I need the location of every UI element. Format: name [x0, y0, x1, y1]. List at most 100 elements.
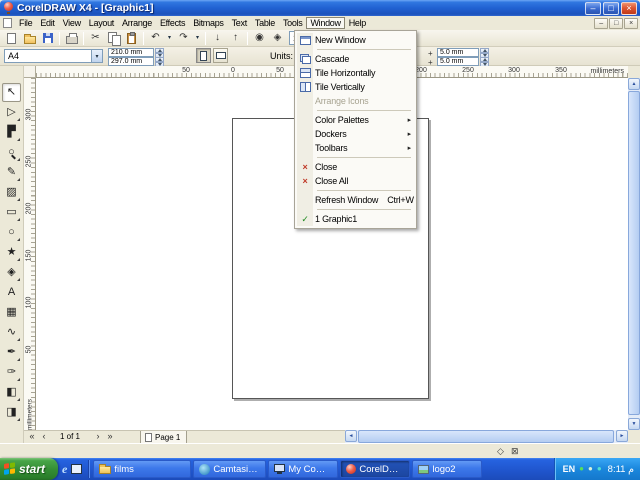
table-tool[interactable]: ▦: [2, 303, 21, 322]
ellipse-tool[interactable]: ○: [2, 223, 21, 242]
smart-fill-tool[interactable]: ▨: [2, 183, 21, 202]
scroll-right-button[interactable]: ►: [616, 430, 628, 442]
menu-item-cascade[interactable]: Cascade: [297, 52, 414, 66]
task-logo2[interactable]: logo2: [412, 460, 483, 478]
zoom-tool[interactable]: ○: [2, 143, 21, 162]
polygon-tool[interactable]: ★: [2, 243, 21, 262]
redo-button[interactable]: ↷: [175, 31, 192, 46]
crop-tool[interactable]: ▛: [2, 123, 21, 142]
menu-item-tile-vertically[interactable]: Tile Vertically: [297, 80, 414, 94]
vertical-scrollbar[interactable]: ▲ ▼: [628, 78, 640, 430]
interactive-blend-tool[interactable]: ∿: [2, 323, 21, 342]
horizontal-scrollbar[interactable]: ◄ ►: [345, 430, 628, 443]
menu-text[interactable]: Text: [228, 17, 251, 29]
interactive-fill-tool[interactable]: ◨: [2, 403, 21, 422]
last-page-button[interactable]: »: [104, 431, 116, 443]
redo-dropdown-button[interactable]: ▾: [193, 31, 202, 46]
scroll-down-button[interactable]: ▼: [628, 418, 640, 430]
menu-item-close-all[interactable]: × Close All: [297, 174, 414, 188]
mdi-restore-button[interactable]: □: [609, 17, 623, 29]
menu-table[interactable]: Table: [251, 17, 279, 29]
combo-arrow-button[interactable]: ▾: [91, 50, 102, 62]
text-tool[interactable]: A: [2, 283, 21, 302]
save-button[interactable]: [39, 31, 56, 46]
menu-bitmaps[interactable]: Bitmaps: [189, 17, 227, 29]
close-button[interactable]: ×: [621, 1, 637, 15]
menu-file[interactable]: File: [15, 17, 36, 29]
print-button[interactable]: [63, 31, 80, 46]
menu-item-new-window[interactable]: New Window: [297, 33, 414, 47]
duplicate-distance-field[interactable]: 5.0 mm: [437, 57, 479, 66]
menu-effects[interactable]: Effects: [156, 17, 189, 29]
internet-explorer-icon[interactable]: e: [62, 463, 67, 475]
menu-item-refresh-window[interactable]: Refresh Window Ctrl+W: [297, 193, 414, 207]
fill-status-icon[interactable]: ◇: [497, 447, 504, 456]
application-launcher-button[interactable]: ◈: [269, 31, 286, 46]
cut-button[interactable]: ✂: [87, 31, 104, 46]
undo-button[interactable]: ↶: [147, 31, 164, 46]
mdi-close-button[interactable]: ×: [624, 17, 638, 29]
menu-view[interactable]: View: [59, 17, 85, 29]
menu-tools[interactable]: Tools: [279, 17, 307, 29]
tray-icon[interactable]: ●: [579, 465, 584, 473]
mdi-minimize-button[interactable]: –: [594, 17, 608, 29]
previous-page-button[interactable]: ‹: [38, 431, 50, 443]
menu-item-tile-horizontally[interactable]: Tile Horizontally: [297, 66, 414, 80]
menu-window[interactable]: Window: [306, 17, 345, 29]
paper-width-field[interactable]: 210.0 mm: [108, 48, 154, 57]
paper-type-combobox[interactable]: A4 ▾: [4, 49, 103, 63]
menu-edit[interactable]: Edit: [36, 17, 58, 29]
new-document-button[interactable]: [3, 31, 20, 46]
pick-tool[interactable]: ↖: [2, 83, 21, 102]
menu-item-1-graphic1[interactable]: ✓ 1 Graphic1: [297, 212, 414, 226]
scroll-left-button[interactable]: ◄: [345, 430, 357, 442]
maximize-button[interactable]: □: [603, 1, 619, 15]
first-page-button[interactable]: «: [26, 431, 38, 443]
freehand-tool[interactable]: ✎: [2, 163, 21, 182]
paper-type-value: A4: [8, 51, 20, 61]
welcome-screen-button[interactable]: ◉: [251, 31, 268, 46]
chevron-down-icon: ▾: [167, 35, 171, 41]
start-button[interactable]: start: [0, 458, 58, 480]
clock[interactable]: 8:11 م: [608, 464, 634, 475]
landscape-button[interactable]: [213, 48, 228, 63]
open-button[interactable]: [21, 31, 38, 46]
tray-icon[interactable]: ●: [597, 465, 602, 473]
ruler-units-label: millimeters: [25, 394, 35, 435]
menu-item-color-palettes[interactable]: Color Palettes ▸: [297, 113, 414, 127]
task-films[interactable]: films: [93, 460, 192, 478]
minimize-button[interactable]: –: [585, 1, 601, 15]
show-desktop-icon[interactable]: [71, 464, 83, 474]
export-button[interactable]: ↑: [227, 31, 244, 46]
outline-status-icon[interactable]: ⊠: [511, 447, 519, 456]
import-button[interactable]: ↓: [209, 31, 226, 46]
undo-dropdown-button[interactable]: ▾: [165, 31, 174, 46]
basic-shapes-tool[interactable]: ◈: [2, 263, 21, 282]
ruler-origin-button[interactable]: [24, 66, 36, 78]
language-indicator[interactable]: EN: [563, 464, 576, 474]
eyedropper-tool[interactable]: ✒: [2, 343, 21, 362]
menu-arrange[interactable]: Arrange: [118, 17, 156, 29]
nudge-offset-field[interactable]: 5.0 mm: [437, 48, 479, 57]
task-my-computer[interactable]: My Computer: [268, 460, 339, 478]
copy-button[interactable]: [105, 31, 122, 46]
task-coreldraw[interactable]: CorelDRAW ...: [340, 460, 411, 478]
menu-layout[interactable]: Layout: [85, 17, 118, 29]
shape-tool[interactable]: ▷: [2, 103, 21, 122]
menu-item-dockers[interactable]: Dockers ▸: [297, 127, 414, 141]
rectangle-tool[interactable]: ▭: [2, 203, 21, 222]
task-camtasia[interactable]: Camtasia St...: [193, 460, 267, 478]
menu-item-close[interactable]: × Close: [297, 160, 414, 174]
scroll-up-button[interactable]: ▲: [628, 78, 640, 90]
menu-help[interactable]: Help: [345, 17, 370, 29]
horizontal-scroll-thumb[interactable]: [358, 430, 614, 443]
paper-height-field[interactable]: 297.0 mm: [108, 57, 154, 66]
next-page-button[interactable]: ›: [92, 431, 104, 443]
paste-button[interactable]: [123, 31, 140, 46]
fill-tool[interactable]: ◧: [2, 383, 21, 402]
portrait-button[interactable]: [196, 48, 211, 63]
vertical-scroll-thumb[interactable]: [628, 91, 640, 415]
tray-icon[interactable]: ●: [588, 465, 593, 473]
outline-tool[interactable]: ✑: [2, 363, 21, 382]
menu-item-toolbars[interactable]: Toolbars ▸: [297, 141, 414, 155]
